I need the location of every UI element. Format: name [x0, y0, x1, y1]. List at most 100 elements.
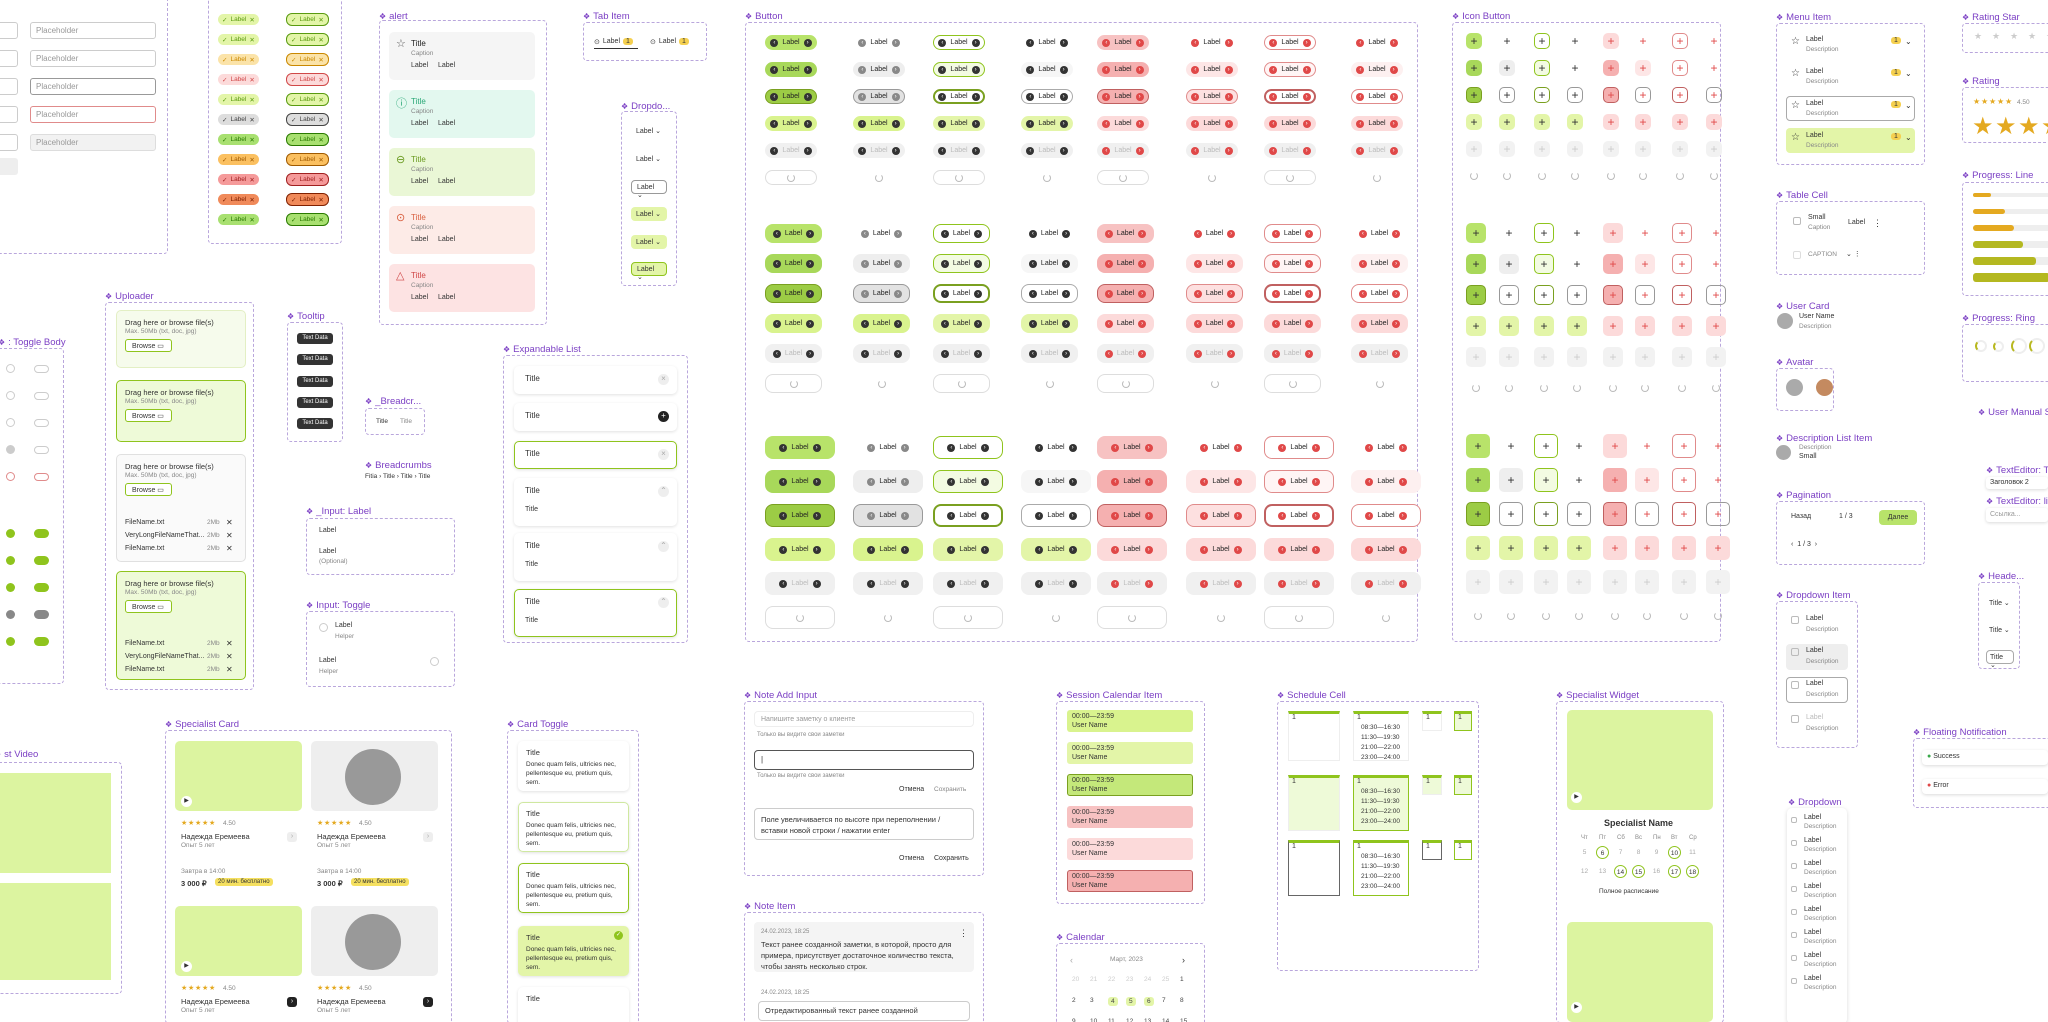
radio[interactable] — [6, 472, 15, 481]
icon-button[interactable]: + — [1534, 223, 1554, 243]
button[interactable]: ‹ Label › — [1351, 284, 1408, 303]
button[interactable]: ‹ Label › — [1021, 143, 1073, 158]
icon-button[interactable]: + — [1534, 316, 1554, 336]
calendar-day[interactable]: 15 — [1632, 865, 1645, 878]
button[interactable]: ‹ Label › — [1097, 35, 1149, 50]
radio-checked[interactable] — [6, 637, 15, 646]
icon-button[interactable]: + — [1672, 223, 1692, 243]
button[interactable]: ‹ Label › — [1021, 62, 1073, 77]
icon-button[interactable]: + — [1466, 285, 1486, 305]
icon-button[interactable]: + — [1672, 285, 1692, 305]
button[interactable]: ‹ Label › — [1097, 344, 1154, 363]
button[interactable]: ‹ Label › — [853, 116, 905, 131]
checkbox[interactable] — [1791, 840, 1797, 846]
icon-button[interactable]: + — [1706, 316, 1726, 336]
dropdown-trigger[interactable]: Label ⌄ — [631, 152, 667, 166]
button[interactable]: ‹ Label › — [853, 470, 923, 493]
header-select[interactable]: Title ⌄ — [1986, 596, 2014, 610]
icon-button[interactable]: + — [1466, 502, 1490, 526]
button[interactable]: ‹ Label › — [1351, 143, 1403, 158]
icon-button[interactable]: + — [1499, 536, 1523, 560]
play-icon[interactable]: ▶ — [1571, 1002, 1582, 1013]
calendar-day[interactable]: 11 — [1686, 846, 1699, 859]
radio-checked[interactable] — [6, 556, 15, 565]
checkbox[interactable] — [1791, 648, 1799, 656]
button[interactable]: ‹ Label › — [853, 254, 910, 273]
button[interactable]: ‹ Label › — [1186, 504, 1256, 527]
radio[interactable] — [6, 364, 15, 373]
checkbox[interactable] — [1791, 616, 1799, 624]
schedule-cell[interactable] — [1454, 711, 1472, 731]
icon-button[interactable]: + — [1635, 254, 1655, 274]
icon-button[interactable]: + — [1466, 468, 1490, 492]
icon-button[interactable]: + — [1635, 347, 1655, 367]
icon-button[interactable]: + — [1672, 316, 1692, 336]
button[interactable]: ‹ Label › — [1351, 35, 1403, 50]
icon-button[interactable]: + — [1499, 60, 1515, 76]
play-icon[interactable]: ▶ — [1571, 792, 1582, 803]
button[interactable]: ‹ Label › — [1021, 344, 1078, 363]
icon-button[interactable]: + — [1672, 347, 1692, 367]
icon-button[interactable]: + — [1567, 254, 1587, 274]
icon-button[interactable]: + — [1499, 434, 1523, 458]
play-icon[interactable]: ▶ — [181, 796, 192, 807]
close-icon[interactable]: ✕ — [226, 518, 233, 527]
button[interactable]: ‹ Label › — [853, 284, 910, 303]
icon-button[interactable]: + — [1534, 254, 1554, 274]
checkbox[interactable] — [1791, 681, 1799, 689]
icon-button[interactable]: + — [1706, 87, 1722, 103]
icon-button[interactable]: + — [1672, 434, 1696, 458]
tag[interactable]: ✓ Label ✕ — [218, 174, 259, 185]
icon-button[interactable]: + — [1466, 87, 1482, 103]
heading-select[interactable]: Заголовок 2 — [1986, 477, 2048, 489]
star-icon[interactable]: ★ — [2028, 31, 2036, 42]
close-icon[interactable]: ✕ — [226, 652, 233, 661]
calendar-day[interactable]: 16 — [1650, 865, 1663, 878]
browse-button[interactable]: Browse ▭ — [125, 600, 172, 613]
calendar-day[interactable]: 8 — [1632, 846, 1645, 859]
icon-button[interactable]: + — [1672, 114, 1688, 130]
button[interactable]: ‹ Label › — [933, 538, 1003, 561]
radio[interactable] — [6, 391, 15, 400]
icon-button[interactable]: + — [1466, 254, 1486, 274]
button[interactable]: ‹ Label › — [1097, 224, 1154, 243]
calendar-day[interactable]: 9 — [1650, 846, 1663, 859]
button[interactable]: ‹ Label › — [933, 89, 985, 104]
button[interactable]: ‹ Label › — [765, 504, 835, 527]
icon-button[interactable]: + — [1567, 570, 1591, 594]
toggle-icon[interactable]: × — [658, 449, 669, 460]
button[interactable]: ‹ Label › — [1186, 116, 1238, 131]
toggle-off[interactable] — [34, 392, 49, 400]
icon-button[interactable]: + — [1672, 254, 1692, 274]
button[interactable]: ‹ Label › — [1097, 284, 1154, 303]
button[interactable]: ‹ Label › — [853, 143, 905, 158]
button[interactable]: ‹ Label › — [1264, 62, 1316, 77]
calendar-day[interactable]: 21 — [1090, 976, 1097, 983]
icon-button[interactable]: + — [1635, 536, 1659, 560]
button[interactable]: ‹ Label › — [765, 89, 817, 104]
tag[interactable]: ✓ Label ✕ — [218, 134, 259, 145]
calendar-day[interactable]: 12 — [1126, 1018, 1133, 1022]
icon-button[interactable]: + — [1567, 223, 1587, 243]
button[interactable]: ‹ Label › — [1097, 572, 1167, 595]
calendar-day[interactable]: 17 — [1668, 865, 1681, 878]
button[interactable]: ‹ Label › — [1186, 143, 1238, 158]
button[interactable]: ‹ Label › — [933, 504, 1003, 527]
button[interactable]: ‹ Label › — [853, 344, 910, 363]
button[interactable]: ‹ Label › — [1264, 344, 1321, 363]
button[interactable]: ‹ Label › — [1021, 89, 1073, 104]
toggle-on[interactable] — [34, 637, 49, 646]
button[interactable]: ‹ Label › — [1021, 504, 1091, 527]
star-icon[interactable]: ★ — [1974, 31, 1982, 42]
calendar-day[interactable]: 24 — [1144, 976, 1151, 983]
calendar-day[interactable]: 7 — [1162, 997, 1166, 1004]
button[interactable]: ‹ Label › — [933, 143, 985, 158]
button[interactable]: ‹ Label › — [1351, 224, 1408, 243]
icon-button[interactable]: + — [1672, 141, 1688, 157]
calendar-day[interactable]: 12 — [1578, 865, 1591, 878]
button[interactable]: ‹ Label › — [1351, 62, 1403, 77]
button[interactable]: ‹ Label › — [853, 314, 910, 333]
calendar-day[interactable]: 14 — [1614, 865, 1627, 878]
calendar-day[interactable]: 7 — [1614, 846, 1627, 859]
button[interactable]: ‹ Label › — [765, 314, 822, 333]
